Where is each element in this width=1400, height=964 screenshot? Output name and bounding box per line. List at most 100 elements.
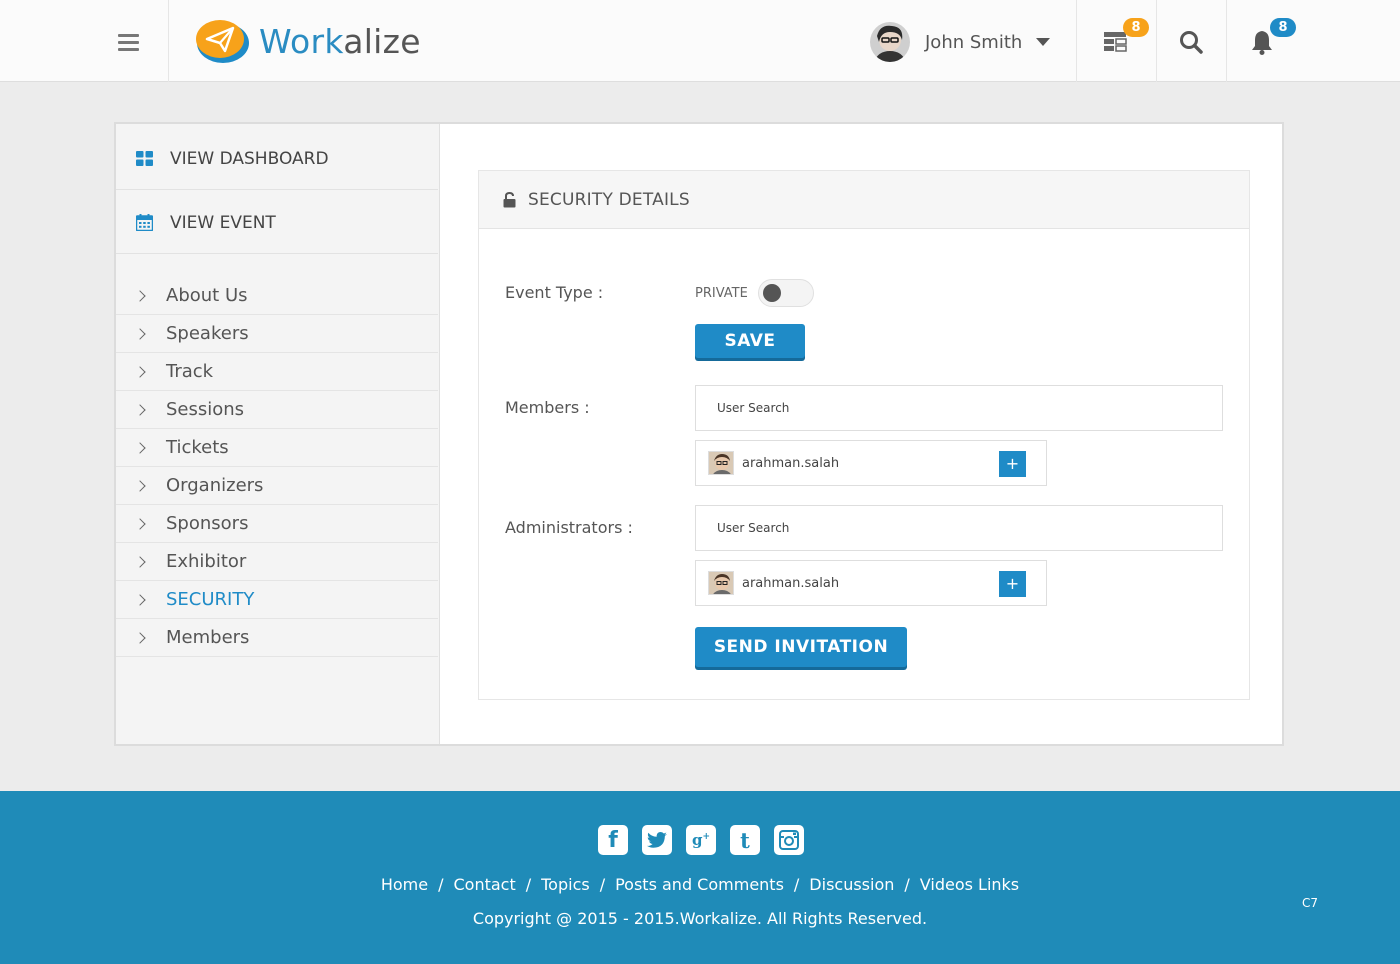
chevron-right-icon — [134, 365, 146, 378]
chevron-right-icon — [134, 593, 146, 606]
save-button[interactable]: SAVE — [695, 324, 805, 358]
header-divider — [1226, 0, 1227, 82]
panel-title: SECURITY DETAILS — [528, 189, 690, 210]
dashboard-grid-icon — [136, 151, 153, 166]
sidebar-item-label: Members — [166, 627, 250, 648]
footer-link-separator: / — [438, 875, 444, 894]
footer-link-topics[interactable]: Topics — [541, 875, 590, 894]
footer-link-contact[interactable]: Contact — [453, 875, 515, 894]
footer-link-separator: / — [904, 875, 910, 894]
bell-icon — [1252, 31, 1272, 55]
logo-text-primary: Work — [259, 21, 344, 61]
logo-text-secondary: alize — [343, 21, 421, 61]
members-label: Members : — [505, 398, 590, 417]
sidebar-item-track[interactable]: Track — [116, 353, 438, 391]
unlock-icon — [503, 191, 516, 207]
add-member-button[interactable]: + — [999, 451, 1026, 477]
notifications-button[interactable]: 8 — [1242, 18, 1296, 62]
twitter-icon[interactable] — [642, 825, 672, 855]
sidebar-item-label: Exhibitor — [166, 551, 247, 572]
toggle-label: PRIVATE — [695, 285, 748, 301]
avatar — [708, 571, 734, 595]
footer-link-separator: / — [525, 875, 532, 894]
user-menu[interactable]: John Smith — [870, 22, 1051, 62]
footer-links: Home / Contact / Topics / Posts and Comments / D… — [0, 875, 1400, 894]
avatar — [708, 451, 734, 475]
footer-link-videos-links[interactable]: Videos Links — [920, 875, 1019, 894]
logo[interactable]: Workalize — [195, 16, 421, 66]
administrators-label: Administrators : — [505, 518, 633, 537]
send-invitation-button[interactable]: SEND INVITATION — [695, 627, 907, 667]
footer-link-posts-and-comments[interactable]: Posts and Comments — [615, 875, 784, 894]
chevron-right-icon — [134, 479, 146, 492]
header-divider — [1156, 0, 1157, 82]
top-header: Workalize John Smith 8 8 — [0, 0, 1400, 82]
sidebar-item-label: Speakers — [166, 323, 249, 344]
chevron-down-icon — [1036, 38, 1051, 46]
footer-link-home[interactable]: Home — [381, 875, 428, 894]
sidebar-item-about-us[interactable]: About Us — [116, 277, 438, 315]
add-administrator-button[interactable]: + — [999, 571, 1026, 597]
panel-header: SECURITY DETAILS — [479, 171, 1249, 229]
notifications-badge: 8 — [1270, 18, 1296, 37]
administrators-user-chip: arahman.salah + — [695, 560, 1047, 606]
sidebar: VIEW DASHBOARD VIEW EVENT About Us Speak… — [116, 124, 440, 744]
administrator-username: arahman.salah — [742, 575, 840, 591]
administrators-search-input[interactable] — [695, 505, 1223, 551]
sidebar-item-view-event[interactable]: VIEW EVENT — [116, 192, 438, 254]
sidebar-item-label: Organizers — [166, 475, 264, 496]
privacy-toggle-group: PRIVATE — [695, 279, 814, 307]
sidebar-item-label: Track — [166, 361, 214, 382]
sidebar-item-label: Tickets — [166, 437, 229, 458]
sidebar-item-sessions[interactable]: Sessions — [116, 391, 438, 429]
tasks-button[interactable]: 8 — [1095, 18, 1149, 62]
sidebar-item-exhibitor[interactable]: Exhibitor — [116, 543, 438, 581]
footer-link-separator: / — [599, 875, 606, 894]
sidebar-item-members[interactable]: Members — [116, 619, 438, 657]
member-username: arahman.salah — [742, 455, 840, 471]
avatar — [870, 22, 910, 62]
copyright-text: Copyright @ 2015 - 2015.Workalize. All R… — [472, 909, 928, 928]
chevron-right-icon — [134, 555, 146, 568]
google-plus-icon[interactable]: g+ — [686, 825, 716, 855]
sidebar-item-label: About Us — [166, 285, 248, 306]
header-divider — [168, 0, 169, 82]
chevron-right-icon — [134, 327, 146, 340]
calendar-icon — [136, 214, 153, 231]
tasks-list-icon — [1104, 32, 1127, 52]
sidebar-item-label: VIEW DASHBOARD — [170, 148, 329, 169]
user-name: John Smith — [925, 31, 1023, 53]
sidebar-item-security[interactable]: SECURITY — [116, 581, 438, 619]
facebook-icon[interactable]: f — [598, 825, 628, 855]
chevron-right-icon — [134, 441, 146, 454]
sidebar-item-label: SECURITY — [166, 589, 255, 610]
sidebar-item-tickets[interactable]: Tickets — [116, 429, 438, 467]
instagram-icon[interactable] — [774, 825, 804, 855]
toggle-knob — [762, 284, 781, 302]
search-button[interactable] — [1171, 22, 1211, 62]
tumblr-icon[interactable]: t — [730, 825, 760, 855]
sidebar-item-sponsors[interactable]: Sponsors — [116, 505, 438, 543]
social-links: f g+ t — [598, 825, 804, 855]
chevron-right-icon — [134, 289, 146, 302]
sidebar-item-speakers[interactable]: Speakers — [116, 315, 438, 353]
event-type-label: Event Type : — [505, 283, 604, 302]
header-divider — [1076, 0, 1077, 82]
footer-link-discussion[interactable]: Discussion — [809, 875, 894, 894]
privacy-toggle[interactable] — [757, 279, 814, 307]
menu-hamburger-icon[interactable] — [108, 22, 148, 62]
members-search-input[interactable] — [695, 385, 1223, 431]
tasks-badge: 8 — [1123, 18, 1149, 37]
members-user-chip: arahman.salah + — [695, 440, 1047, 486]
sidebar-item-label: VIEW EVENT — [170, 212, 276, 233]
search-icon — [1180, 31, 1203, 54]
main-card: VIEW DASHBOARD VIEW EVENT About Us Speak… — [114, 122, 1284, 746]
chevron-right-icon — [134, 403, 146, 416]
footer-link-separator: / — [793, 875, 800, 894]
sidebar-item-view-dashboard[interactable]: VIEW DASHBOARD — [116, 128, 438, 190]
chevron-right-icon — [134, 631, 146, 644]
sidebar-item-label: Sponsors — [166, 513, 249, 534]
logo-text: Workalize — [259, 22, 421, 61]
footer: f g+ t Home / Contact / Topics / Posts and Com… — [0, 791, 1400, 964]
sidebar-item-organizers[interactable]: Organizers — [116, 467, 438, 505]
